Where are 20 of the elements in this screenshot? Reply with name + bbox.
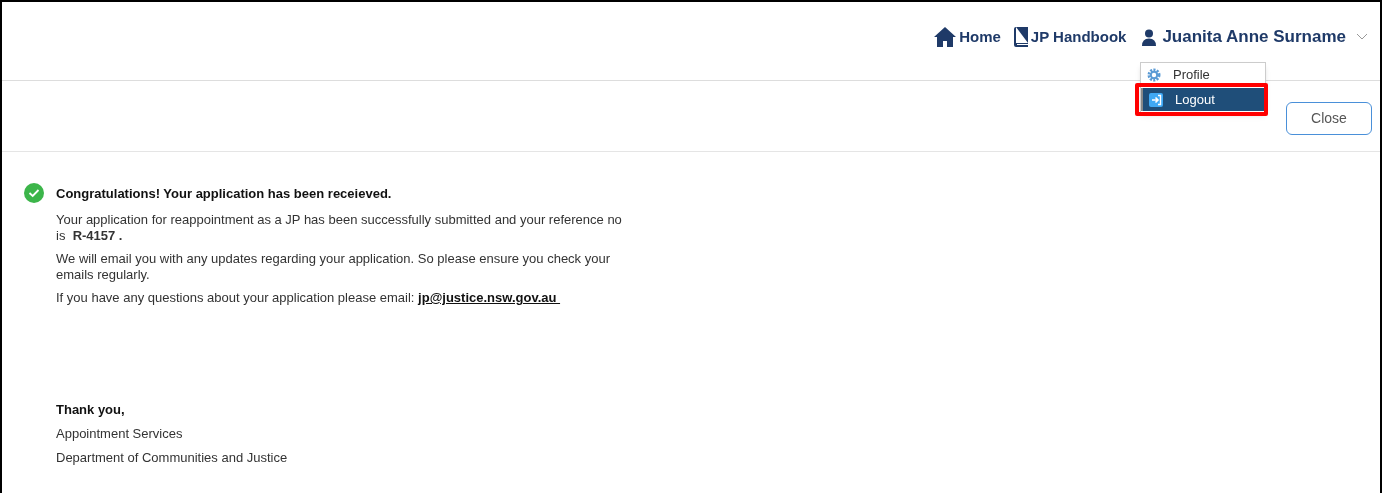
logout-icon xyxy=(1149,92,1163,107)
signature-line: Appointment Services xyxy=(56,426,184,442)
book-icon xyxy=(1012,26,1029,48)
menu-item[interactable]: Profile xyxy=(1141,64,1265,86)
nav-link[interactable]: Home xyxy=(933,25,1001,49)
user-icon xyxy=(1142,28,1157,46)
contact-paragraph: If you have any questions about your application please email: jp@justice.nsw.gov.au xyxy=(56,290,631,306)
settings-icon xyxy=(1147,68,1161,82)
signature-line: Department of Communities and Justice xyxy=(56,450,289,466)
check-circle-icon xyxy=(24,183,44,203)
close-button[interactable]: Close xyxy=(1286,101,1372,135)
user-menu-button[interactable]: Juanita Anne Surname xyxy=(1142,24,1368,50)
home-icon xyxy=(933,26,958,48)
menu-item[interactable]: Logout xyxy=(1141,88,1265,111)
success-title: Congratulations! Your application has been receieved. xyxy=(56,186,393,202)
message-paragraph: Your application for reappointment as a JP has been successfully submitted and your reference no is R-4157 . xyxy=(56,212,623,244)
nav-link[interactable]: JP Handbook xyxy=(1012,25,1127,49)
signature-closing: Thank you, xyxy=(56,402,126,418)
message-paragraph: We will email you with any updates regarding your application. So please ensure you check your emails regularly. xyxy=(56,251,611,283)
email-link[interactable]: jp@justice.nsw.gov.au xyxy=(418,290,561,305)
